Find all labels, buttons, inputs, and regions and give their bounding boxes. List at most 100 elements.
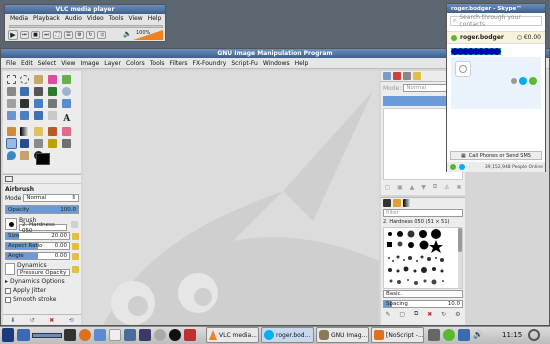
ellipse-select-tool-icon[interactable] bbox=[20, 74, 30, 84]
brush-edit-icon[interactable] bbox=[70, 220, 78, 228]
perspective-tool-icon[interactable] bbox=[34, 110, 44, 120]
vlc-fullscreen-icon[interactable]: ⛶ bbox=[53, 31, 62, 39]
blend-tool-icon[interactable] bbox=[20, 127, 30, 136]
channels-tab-icon[interactable] bbox=[393, 72, 401, 80]
dynamics-preview[interactable] bbox=[5, 263, 15, 275]
network-tray-icon[interactable] bbox=[428, 329, 440, 341]
vlc-play-icon[interactable]: ▶ bbox=[8, 30, 18, 40]
skype-add-contact-icon[interactable] bbox=[511, 78, 517, 84]
color-picker-tool-icon[interactable] bbox=[48, 86, 58, 96]
vlc-volume-icon[interactable]: 🔈 bbox=[123, 30, 132, 38]
network-launch-icon[interactable] bbox=[139, 329, 151, 341]
lower-layer-icon[interactable]: ▼ bbox=[421, 184, 426, 191]
skype-status-online-icon[interactable] bbox=[451, 34, 457, 41]
duplicate-layer-icon[interactable]: ⧉ bbox=[433, 183, 437, 191]
angle-reset-icon[interactable] bbox=[72, 252, 79, 260]
anchor-layer-icon[interactable]: ⚓ bbox=[444, 184, 449, 191]
taskbar-item-noscript[interactable]: [NoScript -... bbox=[371, 327, 424, 343]
cloud-launch-icon[interactable] bbox=[154, 329, 166, 341]
editor-launch-icon[interactable] bbox=[124, 329, 136, 341]
steam-launch-icon[interactable] bbox=[169, 329, 181, 341]
taskbar-item-vlc[interactable]: VLC media... bbox=[206, 327, 259, 343]
dynamics-options-expander[interactable]: ▸ Dynamics Options bbox=[3, 277, 81, 286]
skype-contact-selected[interactable] bbox=[451, 48, 501, 55]
skype-credit-badge[interactable]: €0.00 bbox=[516, 34, 541, 41]
terminal-launch-icon[interactable] bbox=[64, 329, 76, 341]
start-menu-icon[interactable] bbox=[2, 328, 14, 342]
refresh-brushes-icon[interactable]: ↻ bbox=[441, 311, 446, 318]
scale-tool-icon[interactable] bbox=[6, 110, 16, 120]
shear-tool-icon[interactable] bbox=[20, 110, 30, 120]
patterns-tab-icon[interactable] bbox=[393, 199, 401, 207]
foreground-color-swatch[interactable] bbox=[36, 153, 50, 165]
rotate-tool-icon[interactable] bbox=[62, 98, 72, 108]
skype-search-bar[interactable]: ⌕ Search through your contacts bbox=[450, 14, 542, 28]
image-canvas-area[interactable] bbox=[83, 71, 379, 325]
skype-titlebar[interactable]: roger.bodger - Skype™ bbox=[447, 4, 545, 13]
battery-tray-icon[interactable] bbox=[458, 329, 470, 341]
heal-tool-icon[interactable] bbox=[48, 139, 58, 148]
gimp-menu-layer[interactable]: Layer bbox=[104, 60, 121, 67]
brush-field[interactable]: 2. Hardness 050 bbox=[19, 222, 67, 234]
undo-tab-icon[interactable] bbox=[413, 72, 421, 80]
vlc-menu-tools[interactable]: Tools bbox=[109, 15, 124, 22]
gradients-tab-icon[interactable] bbox=[403, 199, 411, 207]
zoom-tool-icon[interactable] bbox=[62, 86, 72, 96]
vlc-menu-video[interactable]: Video bbox=[87, 15, 104, 22]
power-icon[interactable] bbox=[528, 329, 540, 341]
restore-options-icon[interactable]: ↺ bbox=[30, 317, 35, 324]
airbrush-tool-icon[interactable] bbox=[5, 138, 17, 149]
gimp-menu-view[interactable]: View bbox=[61, 60, 75, 67]
brush-grid[interactable] bbox=[383, 227, 463, 289]
gimp-menu-image[interactable]: Image bbox=[80, 60, 99, 67]
vlc-stop-icon[interactable]: ■ bbox=[31, 31, 40, 39]
gimp-menu-tools[interactable]: Tools bbox=[150, 60, 165, 67]
skype-contact-avatar[interactable] bbox=[455, 61, 471, 77]
taskbar-clock[interactable]: 11:15 bbox=[502, 331, 522, 339]
vlc-menu-audio[interactable]: Audio bbox=[65, 15, 82, 22]
move-tool-icon[interactable] bbox=[20, 98, 30, 108]
skype-status-icon[interactable] bbox=[450, 164, 456, 170]
smooth-stroke-checkbox[interactable] bbox=[5, 296, 11, 303]
color-select-tool-icon[interactable] bbox=[62, 74, 72, 84]
ink-tool-icon[interactable] bbox=[20, 139, 30, 148]
angle-slider[interactable]: Angle 0.00 bbox=[5, 252, 70, 260]
brush-preview[interactable] bbox=[5, 218, 17, 230]
gimp-menu-file[interactable]: File bbox=[6, 60, 16, 67]
crop-tool-icon[interactable] bbox=[48, 98, 58, 108]
delete-options-icon[interactable]: ✖ bbox=[49, 317, 54, 324]
brushes-tab-icon[interactable] bbox=[383, 199, 391, 207]
gimp-menu-script-fu[interactable]: Script-Fu bbox=[231, 60, 258, 67]
paintbrush-tool-icon[interactable] bbox=[48, 127, 58, 136]
gimp-menu-windows[interactable]: Windows bbox=[263, 60, 290, 67]
delete-brush-icon[interactable]: ✖ bbox=[427, 311, 432, 318]
layers-tab-icon[interactable] bbox=[383, 72, 391, 80]
files-launch-icon[interactable] bbox=[94, 329, 106, 341]
pencil-tool-icon[interactable] bbox=[34, 127, 44, 136]
vlc-seek-bar[interactable] bbox=[9, 25, 163, 28]
new-group-icon[interactable]: ▣ bbox=[397, 184, 403, 191]
size-slider[interactable]: Size 20.00 bbox=[5, 232, 70, 240]
vlc-menu-help[interactable]: Help bbox=[148, 15, 162, 22]
skype-tray-icon[interactable] bbox=[443, 329, 455, 341]
taskbar-item-gimp[interactable]: GNU Imag... bbox=[316, 327, 369, 343]
free-select-tool-icon[interactable] bbox=[34, 74, 44, 84]
dynamics-field[interactable]: Pressure Opacity bbox=[17, 269, 70, 276]
brush-options-icon[interactable]: ⚙ bbox=[455, 311, 460, 318]
tool-options-tab[interactable] bbox=[3, 175, 81, 184]
align-tool-icon[interactable] bbox=[34, 98, 44, 108]
vlc-titlebar[interactable]: VLC media player bbox=[5, 5, 165, 14]
delete-layer-icon[interactable]: ✖ bbox=[456, 184, 461, 191]
desktop-switcher-icon[interactable] bbox=[32, 333, 62, 338]
skype-chat-icon[interactable] bbox=[519, 77, 527, 85]
gimp-menu-help[interactable]: Help bbox=[295, 60, 309, 67]
raise-layer-icon[interactable]: ▲ bbox=[410, 184, 415, 191]
skype-call-phones-button[interactable]: ▦ Call Phones or Send SMS bbox=[450, 151, 542, 160]
vlc-loop-icon[interactable]: ↻ bbox=[86, 31, 95, 39]
vlc-volume-slider[interactable]: 100% bbox=[133, 30, 163, 40]
aspect-ratio-slider[interactable]: Aspect Ratio 0.00 bbox=[5, 242, 70, 250]
smooth-stroke-row[interactable]: Smooth stroke bbox=[3, 295, 81, 304]
vlc-menu-playback[interactable]: Playback bbox=[33, 15, 60, 22]
vlc-shuffle-icon[interactable]: ⤨ bbox=[97, 31, 106, 39]
apply-jitter-checkbox[interactable] bbox=[5, 287, 11, 294]
